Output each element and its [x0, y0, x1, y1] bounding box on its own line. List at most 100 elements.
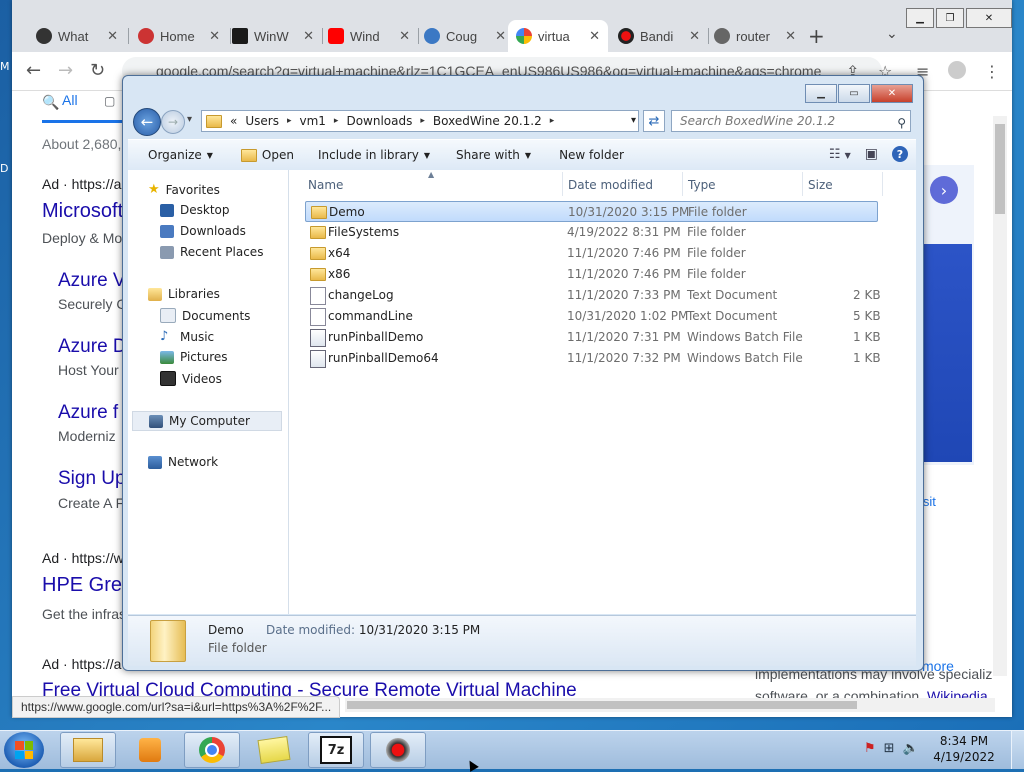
breadcrumb-vm1[interactable]: vm1 — [299, 114, 325, 128]
column-header-date[interactable]: Date modified — [568, 178, 653, 192]
horizontal-scrollbar[interactable] — [345, 698, 995, 712]
profile-avatar-icon[interactable] — [948, 61, 966, 79]
refresh-button[interactable]: ⇄ — [643, 110, 665, 132]
reload-icon[interactable]: ↻ — [90, 60, 105, 81]
start-button[interactable] — [4, 732, 44, 768]
vertical-scrollbar[interactable] — [993, 116, 1007, 676]
nav-label: Libraries — [168, 287, 220, 301]
column-header-size[interactable]: Size — [808, 178, 833, 192]
close-icon[interactable]: ✕ — [399, 28, 410, 44]
preview-pane-icon[interactable]: ▣ — [865, 146, 878, 162]
forward-button[interactable]: → — [161, 110, 185, 134]
nav-pictures[interactable]: Pictures — [160, 350, 228, 364]
taskbar-notes[interactable] — [246, 732, 302, 768]
file-row[interactable]: runPinballDemo64 11/1/2020 7:32 PM Windo… — [305, 348, 881, 369]
nav-recent-places[interactable]: Recent Places — [160, 245, 263, 259]
recent-pages-dropdown[interactable]: ▾ — [187, 114, 192, 125]
restore-button[interactable]: ❐ — [936, 8, 964, 28]
forward-icon[interactable]: → — [58, 60, 73, 81]
view-options-icon[interactable]: ☷ ▼ — [829, 147, 851, 162]
tab-virtual-machine[interactable]: virtua ✕ — [508, 20, 608, 52]
breadcrumb-boxedwine[interactable]: BoxedWine 20.1.2 — [433, 114, 542, 128]
tab-winw[interactable]: WinW ✕ — [224, 20, 322, 52]
address-breadcrumb[interactable]: « Users ▸ vm1 ▸ Downloads ▸ BoxedWine 20.1.… — [201, 110, 639, 132]
tab-cougar[interactable]: Coug ✕ — [416, 20, 514, 52]
tab-bandicam[interactable]: Bandi ✕ — [610, 20, 708, 52]
taskbar-bandicam[interactable] — [370, 732, 426, 768]
close-button[interactable]: ✕ — [871, 84, 913, 103]
breadcrumb-downloads[interactable]: Downloads — [346, 114, 412, 128]
tab-router[interactable]: router ✕ — [706, 20, 804, 52]
tab-windows[interactable]: Wind ✕ — [320, 20, 418, 52]
minimize-button[interactable]: ▁ — [906, 8, 934, 28]
address-dropdown-icon[interactable]: ▾ — [631, 115, 636, 126]
back-icon[interactable]: ← — [26, 60, 41, 81]
network-tray-icon[interactable]: ⊞ — [884, 741, 895, 756]
breadcrumb-overflow[interactable]: « — [230, 114, 237, 128]
nav-videos[interactable]: Videos — [160, 371, 222, 386]
carousel-next-icon[interactable]: › — [930, 176, 958, 204]
file-row[interactable]: commandLine 10/31/2020 1:02 PM Text Docu… — [305, 306, 881, 327]
file-row[interactable]: Demo 10/31/2020 3:15 PM File folder — [305, 201, 878, 222]
ad-title[interactable]: Microsoft — [42, 200, 123, 223]
close-icon[interactable]: ✕ — [589, 28, 600, 44]
close-icon[interactable]: ✕ — [303, 28, 314, 44]
column-header-type[interactable]: Type — [688, 178, 716, 192]
taskbar-explorer[interactable] — [60, 732, 116, 768]
file-row[interactable]: FileSystems 4/19/2022 8:31 PM File folde… — [305, 222, 878, 243]
ad-title[interactable]: HPE Gre — [42, 574, 122, 597]
tab-all[interactable]: All — [62, 92, 78, 108]
nav-music[interactable]: ♪ Music — [160, 329, 214, 344]
help-icon[interactable]: ? — [892, 146, 908, 162]
panel-image[interactable] — [924, 244, 972, 462]
nav-desktop[interactable]: Desktop — [160, 203, 230, 217]
close-icon[interactable]: ✕ — [107, 28, 118, 44]
taskbar-media-player[interactable] — [122, 732, 178, 768]
close-icon[interactable]: ✕ — [689, 28, 700, 44]
file-row[interactable]: x86 11/1/2020 7:46 PM File folder — [305, 264, 878, 285]
maximize-button[interactable]: ▭ — [838, 84, 870, 103]
share-with-button[interactable]: Share with ▼ — [456, 148, 531, 162]
close-icon[interactable]: ✕ — [495, 28, 506, 44]
open-button[interactable]: Open — [240, 148, 294, 162]
file-row[interactable]: changeLog 11/1/2020 7:33 PM Text Documen… — [305, 285, 881, 306]
nav-my-computer[interactable]: My Computer — [132, 411, 282, 431]
close-icon[interactable]: ✕ — [785, 28, 796, 44]
sitelink[interactable]: Sign Up — [58, 468, 126, 490]
new-folder-button[interactable]: New folder — [559, 148, 624, 162]
minimize-button[interactable]: ▁ — [805, 84, 837, 103]
tab-home[interactable]: Home ✕ — [130, 20, 228, 52]
show-desktop-button[interactable] — [1011, 731, 1024, 769]
volume-icon[interactable]: 🔈 — [903, 741, 919, 756]
file-row[interactable]: x64 11/1/2020 7:46 PM File folder — [305, 243, 878, 264]
nav-network[interactable]: Network — [148, 455, 218, 469]
column-header-name[interactable]: Name — [308, 178, 343, 192]
new-tab-button[interactable]: + — [808, 24, 825, 48]
nav-favorites[interactable]: ★ Favorites — [148, 182, 220, 197]
shopping-icon[interactable]: ▢ — [104, 94, 115, 108]
nav-documents[interactable]: Documents — [160, 308, 250, 323]
nav-libraries[interactable]: Libraries — [148, 287, 220, 301]
action-center-icon[interactable]: ⚑ — [864, 741, 876, 756]
include-in-library-button[interactable]: Include in library ▼ — [318, 148, 430, 162]
computer-icon — [149, 414, 163, 428]
sitelink[interactable]: Azure D — [58, 336, 127, 358]
menu-icon[interactable]: ⋮ — [984, 62, 1000, 81]
organize-button[interactable]: Organize ▼ — [148, 148, 213, 162]
clock[interactable]: 8:34 PM 4/19/2022 — [925, 733, 1003, 765]
sitelink[interactable]: Azure f — [58, 402, 118, 424]
close-window-button[interactable]: ✕ — [966, 8, 1012, 28]
search-input[interactable]: Search BoxedWine 20.1.2 ⚲ — [671, 110, 911, 132]
sitelink[interactable]: Azure V — [58, 270, 126, 292]
tab-github[interactable]: What ✕ — [28, 20, 126, 52]
open-folder-icon — [240, 148, 257, 162]
search-icon[interactable]: ⚲ — [897, 113, 906, 133]
breadcrumb-users[interactable]: Users — [245, 114, 279, 128]
close-icon[interactable]: ✕ — [209, 28, 220, 44]
taskbar-chrome[interactable] — [184, 732, 240, 768]
back-button[interactable]: ← — [133, 108, 161, 136]
taskbar-7zip[interactable]: 7z — [308, 732, 364, 768]
nav-downloads[interactable]: Downloads — [160, 224, 246, 238]
file-row[interactable]: runPinballDemo 11/1/2020 7:31 PM Windows… — [305, 327, 881, 348]
tab-search-button[interactable]: ⌄ — [886, 26, 898, 42]
